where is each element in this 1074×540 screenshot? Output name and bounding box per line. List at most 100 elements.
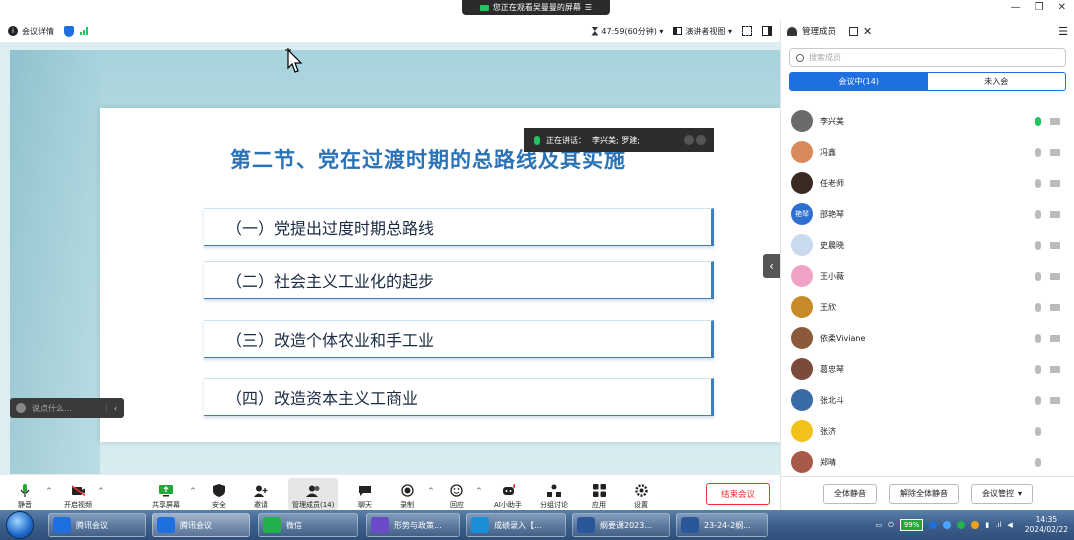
mic-muted-icon[interactable] (1035, 271, 1041, 281)
sharing-banner[interactable]: 您正在观看吴曼曼的屏幕 ☰ (462, 0, 610, 15)
camera-off-icon[interactable] (1050, 396, 1060, 404)
camera-off-icon[interactable] (1050, 303, 1060, 311)
mute-button[interactable]: 静音 (18, 478, 32, 510)
camera-off-icon[interactable] (1050, 148, 1060, 156)
member-row[interactable]: 王小薇 (781, 263, 1074, 289)
mic-icon[interactable] (1035, 116, 1041, 126)
camera-off-icon[interactable] (1050, 241, 1060, 249)
member-search-input[interactable]: 搜索成员 (789, 48, 1066, 67)
manage-members-button[interactable]: 管理成员(14) (288, 478, 339, 510)
mic-muted-icon[interactable] (1035, 426, 1041, 436)
fullscreen-icon[interactable] (742, 26, 752, 36)
mic-muted-icon[interactable] (1035, 457, 1041, 467)
keyboard-icon[interactable]: ▭ (876, 521, 883, 529)
member-row[interactable]: 任老师 (781, 170, 1074, 196)
chat-button[interactable]: 聊天 (358, 478, 372, 510)
signal-icon[interactable]: .ıl (995, 521, 1001, 529)
camera-off-icon[interactable] (1050, 334, 1060, 342)
member-row[interactable]: 冯鑫 (781, 139, 1074, 165)
collapse-panel-button[interactable]: ‹ (763, 254, 780, 278)
tab-not-joined[interactable]: 未入会 (928, 73, 1066, 90)
wechat-tray-icon[interactable] (957, 521, 966, 529)
unmute-all-button[interactable]: 解除全体静音 (888, 483, 959, 504)
popout-icon[interactable] (849, 26, 859, 36)
mic-muted-icon[interactable] (1035, 178, 1041, 188)
member-row[interactable]: 李兴美 (781, 108, 1074, 134)
end-meeting-button[interactable]: 结束会议 (706, 483, 770, 505)
breakout-button[interactable]: 分组讨论 (540, 478, 568, 510)
mic-muted-icon[interactable] (1035, 240, 1041, 250)
chevron-up-icon[interactable]: ^ (190, 487, 196, 495)
battery-indicator[interactable]: 99% (899, 519, 924, 531)
close-icon[interactable]: ✕ (1058, 2, 1066, 13)
chevron-up-icon[interactable]: ^ (428, 487, 434, 495)
camera-off-icon[interactable] (1050, 272, 1060, 280)
taskbar-item[interactable]: 成绩录入【... (466, 513, 566, 537)
member-row[interactable]: 史晨晓 (781, 232, 1074, 258)
chevron-up-icon[interactable]: ^ (98, 487, 104, 495)
minimize-icon[interactable]: — (1011, 2, 1021, 13)
chevron-up-icon[interactable]: ^ (476, 487, 482, 495)
mic-muted-icon[interactable] (1035, 302, 1041, 312)
taskbar-item[interactable]: 腾讯会议 (152, 513, 250, 537)
video-button[interactable]: 开启视频 (64, 478, 92, 510)
start-button[interactable] (6, 511, 34, 539)
mic-muted-icon[interactable] (1035, 364, 1041, 374)
menu-icon[interactable]: ☰ (1058, 25, 1068, 38)
info-icon[interactable]: i (8, 26, 18, 36)
side-panel-icon[interactable] (762, 26, 772, 36)
taskbar-item[interactable]: 纲要课2023... (572, 513, 670, 537)
tab-in-meeting[interactable]: 会议中(14) (790, 73, 928, 90)
chevron-left-icon[interactable]: ‹ (106, 403, 124, 413)
taskbar-item-label: 23-24-2纲... (704, 520, 751, 530)
taskbar-item[interactable]: 腾讯会议 (48, 513, 146, 537)
security-button[interactable]: 安全 (212, 478, 226, 510)
view-mode-button[interactable]: 演讲者视图 ▾ (673, 26, 732, 37)
member-row[interactable]: 王欣 (781, 294, 1074, 320)
member-name: 张济 (820, 426, 836, 436)
camera-off-icon[interactable] (1050, 210, 1060, 218)
network-icon[interactable]: ▮ (985, 521, 989, 529)
taskbar-item[interactable]: 微信 (258, 513, 358, 537)
avatar (791, 327, 813, 349)
meeting-tray-icon[interactable] (929, 521, 938, 529)
member-row[interactable]: 艳琴 邵艳琴 (781, 201, 1074, 227)
record-button[interactable]: 录制 (400, 478, 414, 510)
mute-all-button[interactable]: 全体静音 (822, 483, 877, 504)
react-button[interactable]: 回应 (450, 478, 464, 510)
member-row[interactable]: 张北斗 (781, 387, 1074, 413)
member-row[interactable]: 张济 (781, 418, 1074, 444)
apps-button[interactable]: 应用 (592, 478, 606, 510)
taskbar-item[interactable]: 形势与政策... (366, 513, 460, 537)
volume-icon[interactable]: ◀ (1007, 521, 1012, 529)
shield-icon[interactable] (64, 25, 74, 37)
invite-button[interactable]: 邀请 (254, 478, 268, 510)
meeting-timer[interactable]: 47:59(60分钟) ▾ (591, 26, 663, 37)
mic-muted-icon[interactable] (1035, 209, 1041, 219)
camera-off-icon[interactable] (1050, 179, 1060, 187)
clock[interactable]: 14:35 2024/02/22 (1025, 515, 1068, 535)
camera-off-icon[interactable] (1050, 365, 1060, 373)
mic-muted-icon[interactable] (1035, 395, 1041, 405)
close-icon[interactable]: ✕ (863, 25, 872, 38)
mic-muted-icon[interactable] (1035, 333, 1041, 343)
chevron-up-icon[interactable]: ^ (46, 487, 52, 495)
emoji-icon[interactable] (16, 403, 26, 413)
power-plug-icon[interactable]: ⏻ (888, 521, 894, 530)
share-screen-button[interactable]: 共享屏幕 (152, 478, 180, 510)
camera-off-icon[interactable] (1050, 117, 1060, 125)
settings-button[interactable]: 设置 (634, 478, 648, 510)
ai-assistant-button[interactable]: AI小助手 (494, 478, 522, 510)
chat-input[interactable]: 说点什么... ‹ (10, 398, 124, 418)
meeting-details-link[interactable]: 会议详情 (22, 26, 54, 37)
taskbar-item[interactable]: 23-24-2纲... (676, 513, 768, 537)
qq-tray-icon[interactable] (943, 521, 952, 529)
member-row[interactable]: 葛忠琴 (781, 356, 1074, 382)
app-tray-icon[interactable] (971, 521, 980, 529)
mic-muted-icon[interactable] (1035, 147, 1041, 157)
signal-icon[interactable] (80, 27, 88, 35)
meeting-control-button[interactable]: 会议管控 ▾ (970, 483, 1033, 504)
member-row[interactable]: 依柔Viviane (781, 325, 1074, 351)
member-row[interactable]: 郑晴 (781, 449, 1074, 475)
restore-icon[interactable]: ❐ (1035, 2, 1044, 13)
